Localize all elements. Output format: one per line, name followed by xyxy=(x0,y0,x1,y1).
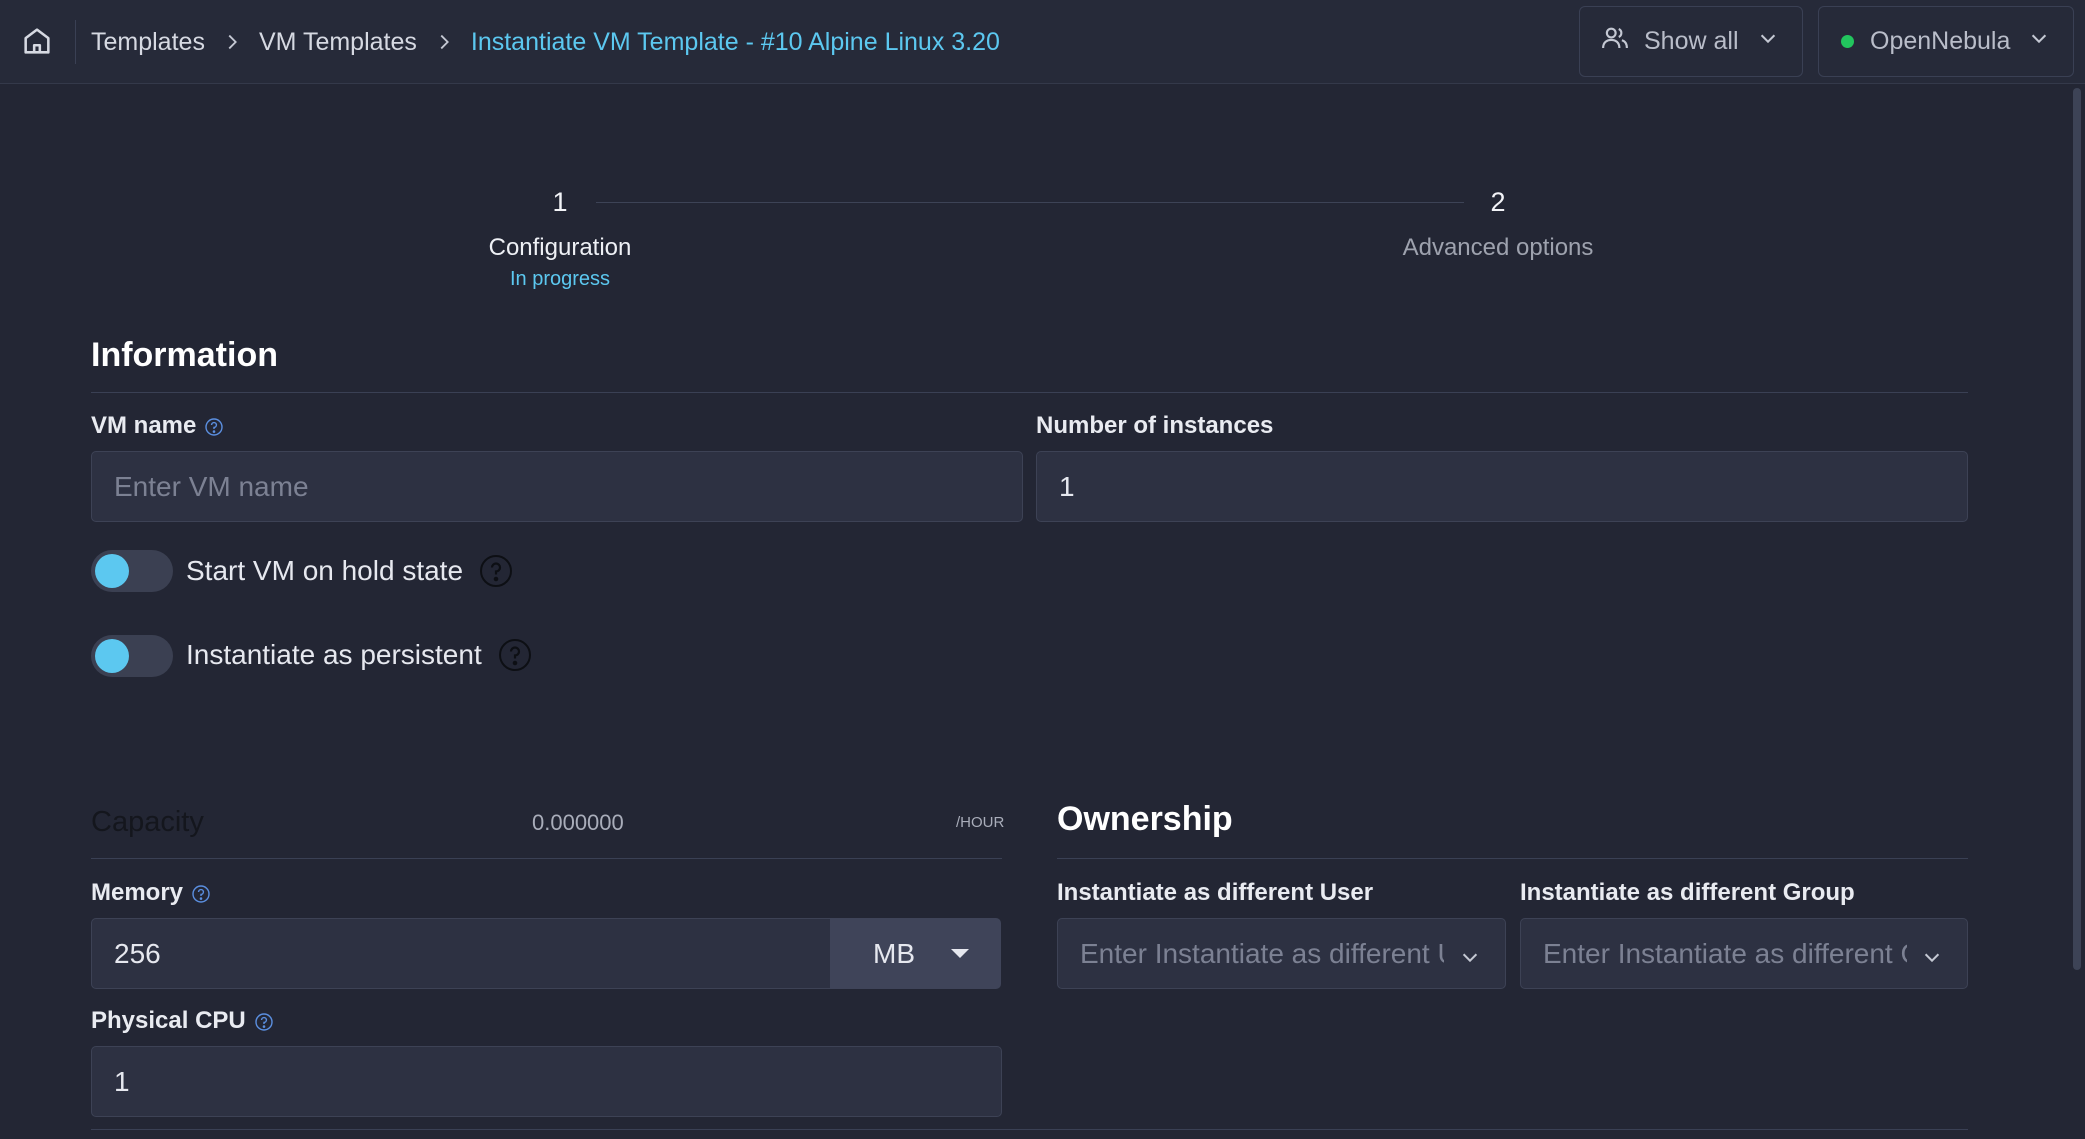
information-divider xyxy=(91,392,1968,393)
hold-state-toggle[interactable] xyxy=(91,550,173,592)
different-user-label: Instantiate as different User xyxy=(1057,879,1374,906)
vm-name-label: VM name xyxy=(91,412,224,440)
zone-status-dot xyxy=(1841,35,1854,48)
memory-input[interactable]: 256 xyxy=(91,918,831,989)
bottom-divider xyxy=(91,1129,1968,1130)
zone-label: OpenNebula xyxy=(1870,27,2011,55)
breadcrumb-current: Instantiate VM Template - #10 Alpine Lin… xyxy=(470,27,1000,56)
help-icon[interactable] xyxy=(204,416,224,436)
toggle-knob xyxy=(95,554,129,588)
persistent-toggle[interactable] xyxy=(91,635,173,677)
capacity-price-unit: /HOUR xyxy=(956,814,1005,831)
different-group-placeholder: Enter Instantiate as different Group xyxy=(1543,937,1907,969)
chevron-down-icon xyxy=(1459,943,1481,965)
step-1-status: In progress xyxy=(509,268,611,290)
help-icon[interactable] xyxy=(254,1011,274,1031)
memory-label-text: Memory xyxy=(91,879,184,906)
step-2-label[interactable]: Advanced options xyxy=(1338,234,1658,262)
help-icon[interactable] xyxy=(191,883,211,903)
toggle-knob xyxy=(95,639,129,673)
memory-label: Memory xyxy=(91,879,211,907)
cpu-label: Physical CPU xyxy=(91,1007,274,1035)
show-all-button[interactable]: Show all xyxy=(1579,6,1803,77)
step-1-label[interactable]: Configuration xyxy=(400,234,720,262)
breadcrumb-templates[interactable]: Templates xyxy=(91,28,205,57)
ownership-title: Ownership xyxy=(1057,800,1233,838)
ownership-divider xyxy=(1057,858,1968,859)
breadcrumb: Templates VM Templates Instantiate VM Te… xyxy=(91,24,1000,60)
show-all-label: Show all xyxy=(1644,27,1739,55)
breadcrumb-vm-templates[interactable]: VM Templates xyxy=(259,28,417,57)
persistent-label-row: Instantiate as persistent xyxy=(186,636,532,674)
persistent-label: Instantiate as persistent xyxy=(186,639,482,670)
capacity-divider xyxy=(91,858,1002,859)
capacity-title: Capacity xyxy=(91,806,204,838)
different-group-select[interactable]: Enter Instantiate as different Group xyxy=(1520,918,1968,989)
information-title: Information xyxy=(91,336,278,374)
different-user-select[interactable]: Enter Instantiate as different User xyxy=(1057,918,1506,989)
step-2-number[interactable]: 2 xyxy=(1468,187,1528,218)
instances-input[interactable]: 1 xyxy=(1036,451,1968,522)
scrollbar-thumb[interactable] xyxy=(2073,88,2081,970)
memory-unit-select[interactable]: MB xyxy=(830,918,1001,989)
top-bar: Templates VM Templates Instantiate VM Te… xyxy=(0,0,2085,84)
vm-name-input[interactable]: Enter VM name xyxy=(91,451,1023,522)
different-user-placeholder: Enter Instantiate as different User xyxy=(1080,937,1444,969)
help-icon[interactable] xyxy=(479,554,513,588)
zone-selector-button[interactable]: OpenNebula xyxy=(1818,6,2074,77)
users-icon xyxy=(1600,23,1630,60)
cpu-input[interactable]: 1 xyxy=(91,1046,1002,1117)
capacity-price: 0.000000 xyxy=(532,810,624,835)
step-1-number[interactable]: 1 xyxy=(530,187,590,218)
vm-name-label-text: VM name xyxy=(91,412,197,439)
breadcrumb-divider xyxy=(75,20,76,64)
chevron-down-icon xyxy=(2028,27,2050,56)
stepper-connector xyxy=(596,202,1464,203)
different-group-label: Instantiate as different Group xyxy=(1520,879,1855,906)
hold-state-label: Start VM on hold state xyxy=(186,555,464,586)
help-icon[interactable] xyxy=(498,638,532,672)
chevron-right-icon xyxy=(433,31,455,53)
cpu-label-text: Physical CPU xyxy=(91,1007,246,1034)
home-icon[interactable] xyxy=(20,24,54,58)
instances-label: Number of instances xyxy=(1036,412,1274,439)
chevron-down-icon xyxy=(1921,943,1943,965)
chevron-right-icon xyxy=(221,31,243,53)
chevron-down-icon xyxy=(1757,27,1779,56)
caret-down-icon xyxy=(951,949,969,958)
hold-state-label-row: Start VM on hold state xyxy=(186,552,513,590)
memory-unit-value: MB xyxy=(873,937,915,969)
